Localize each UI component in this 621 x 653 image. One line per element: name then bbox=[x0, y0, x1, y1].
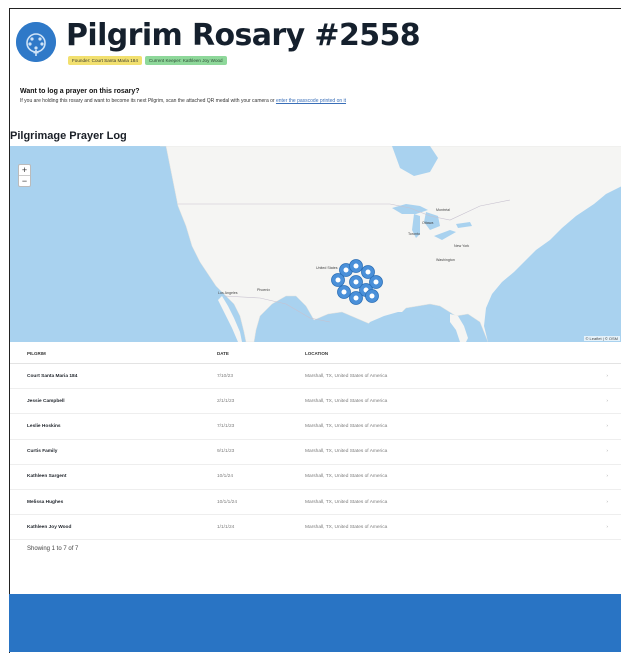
pilgrim-name: Kathleen Sargent bbox=[10, 464, 217, 490]
row-chevron-icon[interactable]: › bbox=[588, 388, 621, 415]
prayer-date: 1/1/1/24 bbox=[217, 514, 305, 541]
map-label-united-states: United States bbox=[316, 266, 338, 270]
map-label-los-angeles: Los Angeles bbox=[218, 291, 238, 295]
map-label-new-york: New York bbox=[454, 244, 470, 248]
map-marker-icon[interactable] bbox=[365, 289, 379, 303]
log-prayer-prompt: Want to log a prayer on this rosary? If … bbox=[20, 88, 601, 104]
zoom-in-button[interactable]: + bbox=[19, 165, 30, 175]
prompt-title: Want to log a prayer on this rosary? bbox=[20, 88, 140, 95]
prayer-date: 9/1/1/23 bbox=[217, 439, 305, 465]
table-header-row: PILGRIM DATE LOCATION bbox=[10, 347, 621, 364]
prayer-location: Marshall, TX, United States of America bbox=[305, 363, 588, 390]
header-location[interactable]: LOCATION bbox=[305, 347, 588, 364]
map-marker-icon[interactable] bbox=[349, 275, 363, 289]
pilgrim-name: Court Santa Maria 184 bbox=[10, 363, 217, 390]
header-date[interactable]: DATE bbox=[217, 347, 305, 364]
header-pilgrim[interactable]: PILGRIM bbox=[10, 347, 217, 364]
map-label-montreal: Montréal bbox=[436, 208, 450, 212]
table-row[interactable]: Jessie Campbell 2/1/1/23 Marshall, TX, Uni… bbox=[10, 388, 621, 415]
prompt-description: If you are holding this rosary and want … bbox=[20, 98, 275, 104]
map-label-phoenix: Phoenix bbox=[257, 288, 270, 292]
map-marker-icon[interactable] bbox=[349, 291, 363, 305]
prayer-location: Marshall, TX, United States of America bbox=[305, 489, 588, 516]
passcode-link[interactable]: enter the passcode printed on it bbox=[276, 98, 346, 104]
rosary-logo-icon bbox=[16, 22, 56, 62]
pilgrim-name: Curtis Family bbox=[10, 439, 217, 465]
table-row[interactable]: Melissa Hughes 10/1/1/24 Marshall, TX, Uni… bbox=[10, 489, 621, 516]
map-label-washington: Washington bbox=[436, 258, 455, 262]
row-chevron-icon[interactable]: › bbox=[588, 464, 621, 490]
map-label-toronto: Toronto bbox=[408, 232, 420, 236]
map-marker-icon[interactable] bbox=[337, 285, 351, 299]
table-row[interactable]: Kathleen Sargent 10/1/24 Marshall, TX, Uni… bbox=[10, 464, 621, 490]
table-row[interactable]: Kathleen Joy Wood 1/1/1/24 Marshall, TX, U… bbox=[10, 514, 621, 541]
zoom-out-button[interactable]: − bbox=[19, 175, 30, 186]
prayer-date: 10/1/24 bbox=[217, 464, 305, 490]
prayer-location: Marshall, TX, United States of America bbox=[305, 464, 588, 490]
row-chevron-icon[interactable]: › bbox=[588, 489, 621, 516]
map-label-ottawa: Ottawa bbox=[422, 221, 434, 225]
prayer-location: Marshall, TX, United States of America bbox=[305, 388, 588, 415]
prayer-date: 7/1/1/23 bbox=[217, 413, 305, 440]
prayer-log-table: PILGRIM DATE LOCATION Court Santa Maria … bbox=[10, 347, 621, 541]
pilgrim-name: Melissa Hughes bbox=[10, 489, 217, 516]
header-spacer bbox=[588, 347, 621, 364]
current-keeper-badge: Current Keeper: Kathleen Joy Wood bbox=[144, 56, 227, 65]
header: Pilgrim Rosary #2558 Founder: Court Sant… bbox=[16, 18, 611, 82]
founder-badge: Founder: Court Santa Maria 184 bbox=[68, 56, 142, 65]
prayer-date: 2/1/1/23 bbox=[217, 388, 305, 415]
section-title: Pilgrimage Prayer Log bbox=[10, 130, 127, 142]
marker-layer bbox=[331, 259, 383, 305]
prayer-map[interactable]: Ottawa Montréal Toronto New York Washing… bbox=[10, 146, 621, 342]
row-chevron-icon[interactable]: › bbox=[588, 413, 621, 440]
table-row[interactable]: Court Santa Maria 184 7/10/23 Marshall, TX… bbox=[10, 363, 621, 390]
pilgrim-name: Jessie Campbell bbox=[10, 388, 217, 415]
table-row[interactable]: Leslie Hoskins 7/1/1/23 Marshall, TX, Unit… bbox=[10, 413, 621, 440]
prayer-location: Marshall, TX, United States of America bbox=[305, 514, 588, 541]
map-marker-icon[interactable] bbox=[349, 259, 363, 273]
prayer-location: Marshall, TX, United States of America bbox=[305, 413, 588, 440]
prayer-location: Marshall, TX, United States of America bbox=[305, 439, 588, 465]
table-count-text: Showing 1 to 7 of 7 bbox=[27, 546, 79, 552]
zoom-control: + − bbox=[18, 164, 31, 187]
table-row[interactable]: Curtis Family 9/1/1/23 Marshall, TX, Unite… bbox=[10, 439, 621, 465]
row-chevron-icon[interactable]: › bbox=[588, 439, 621, 465]
prayer-date: 7/10/23 bbox=[217, 363, 305, 390]
map-marker-icon[interactable] bbox=[331, 273, 345, 287]
row-chevron-icon[interactable]: › bbox=[588, 514, 621, 541]
prompt-text: If you are holding this rosary and want … bbox=[20, 98, 601, 104]
badge-group: Founder: Court Santa Maria 184 Current K… bbox=[68, 56, 227, 65]
prayer-date: 10/1/1/24 bbox=[217, 489, 305, 516]
row-chevron-icon[interactable]: › bbox=[588, 363, 621, 390]
map-attribution[interactable]: © Leaflet | © OSM bbox=[583, 336, 620, 341]
footer-band bbox=[9, 594, 621, 652]
pilgrim-name: Kathleen Joy Wood bbox=[10, 514, 217, 541]
pilgrim-name: Leslie Hoskins bbox=[10, 413, 217, 440]
page-title: Pilgrim Rosary #2558 bbox=[66, 18, 421, 53]
